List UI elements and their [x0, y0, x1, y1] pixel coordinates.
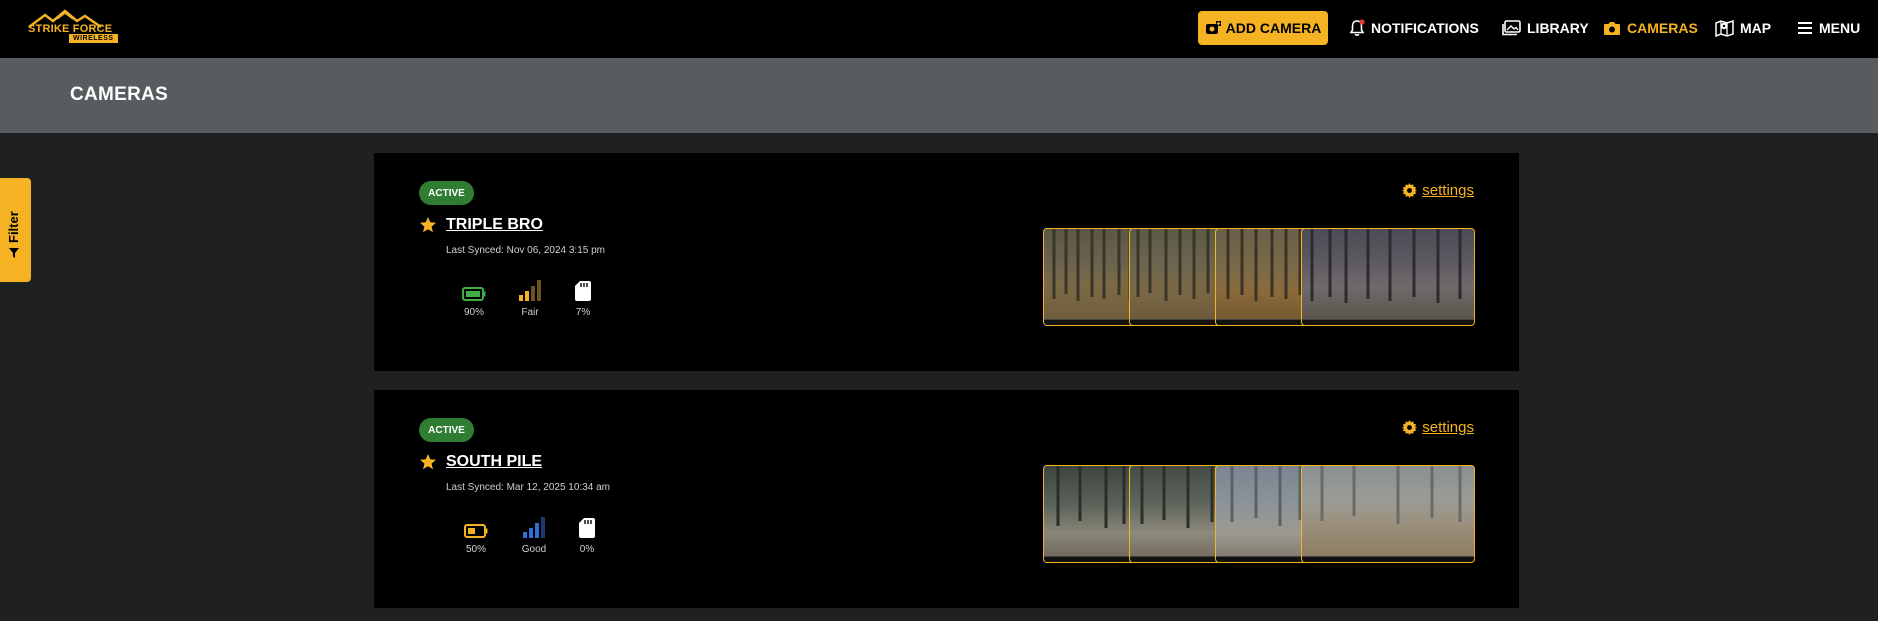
storage-value: 7%: [575, 307, 591, 318]
photo-thumbnail[interactable]: [1301, 228, 1475, 326]
star-icon[interactable]: [419, 216, 437, 234]
nav-menu[interactable]: MENU: [1797, 16, 1860, 40]
nav-cameras-label: CAMERAS: [1627, 20, 1698, 36]
camera-card: ACTIVE SOUTH PILE Last Synced: Mar 12, 2…: [374, 390, 1519, 608]
star-icon[interactable]: [419, 453, 437, 471]
signal-value: Good: [521, 544, 547, 555]
sd-card-icon: [579, 518, 595, 538]
nav-map-label: MAP: [1740, 20, 1772, 36]
settings-label: settings: [1422, 182, 1474, 199]
add-camera-button[interactable]: ADD CAMERA: [1198, 11, 1328, 45]
camera-name-link[interactable]: TRIPLE BRO: [446, 216, 543, 234]
nav-cameras[interactable]: CAMERAS: [1603, 16, 1698, 40]
photo-thumbnail[interactable]: [1215, 228, 1307, 326]
page-header: CAMERAS: [0, 58, 1878, 133]
nav-menu-label: MENU: [1819, 20, 1861, 36]
strike-force-logo[interactable]: STRIKE FORCE WIRELESS: [27, 9, 119, 47]
signal-good-icon: [523, 517, 545, 538]
sd-card-icon: [575, 281, 591, 301]
photo-thumbnail[interactable]: [1043, 465, 1135, 563]
bell-icon: [1349, 19, 1365, 36]
storage-stat: 7%: [563, 277, 603, 318]
nav-notifications[interactable]: NOTIFICATIONS: [1349, 16, 1479, 40]
filter-tab[interactable]: Filter: [0, 178, 31, 282]
battery-half-icon: [464, 524, 488, 538]
add-camera-label: ADD CAMERA: [1225, 20, 1322, 36]
add-camera-icon: [1205, 21, 1221, 34]
signal-fair-icon: [519, 280, 541, 301]
battery-value: 50%: [465, 544, 486, 555]
signal-stat: Good: [514, 514, 554, 555]
battery-full-icon: [462, 287, 486, 301]
signal-stat: Fair: [510, 277, 550, 318]
hamburger-icon: [1798, 22, 1812, 34]
storage-value: 0%: [579, 544, 595, 555]
camera-card: ACTIVE TRIPLE BRO Last Synced: Nov 06, 2…: [374, 153, 1519, 371]
nav-map[interactable]: MAP: [1715, 16, 1771, 40]
photo-thumbnail[interactable]: [1301, 465, 1475, 563]
nav-library-label: LIBRARY: [1527, 20, 1589, 36]
gallery-icon: [1502, 20, 1521, 36]
status-badge: ACTIVE: [419, 418, 474, 442]
top-navbar: STRIKE FORCE WIRELESS ADD CAMERA NOTIFIC…: [0, 0, 1878, 58]
signal-value: Fair: [521, 307, 539, 318]
map-icon: [1715, 19, 1734, 37]
funnel-icon: [8, 248, 19, 258]
battery-stat: 90%: [454, 277, 494, 318]
storage-stat: 0%: [567, 514, 607, 555]
settings-label: settings: [1422, 419, 1474, 436]
last-synced: Last Synced: Nov 06, 2024 3:15 pm: [446, 245, 605, 256]
battery-value: 90%: [463, 307, 484, 318]
battery-stat: 50%: [456, 514, 496, 555]
brand-subtitle: WIRELESS: [69, 34, 118, 43]
gear-icon: [1402, 420, 1418, 435]
camera-name-link[interactable]: SOUTH PILE: [446, 453, 542, 471]
camera-icon: [1604, 22, 1620, 35]
settings-link[interactable]: settings: [1402, 182, 1474, 199]
status-badge: ACTIVE: [419, 181, 474, 205]
nav-notifications-label: NOTIFICATIONS: [1371, 20, 1479, 36]
photo-thumbnail[interactable]: [1043, 228, 1135, 326]
photo-thumbnail[interactable]: [1129, 465, 1221, 563]
gear-icon: [1402, 183, 1418, 198]
last-synced: Last Synced: Mar 12, 2025 10:34 am: [446, 482, 610, 493]
photo-strip: [1043, 465, 1475, 563]
photo-thumbnail[interactable]: [1129, 228, 1221, 326]
photo-strip: [1043, 228, 1475, 326]
nav-library[interactable]: LIBRARY: [1502, 16, 1589, 40]
settings-link[interactable]: settings: [1402, 419, 1474, 436]
photo-thumbnail[interactable]: [1215, 465, 1307, 563]
page-title: CAMERAS: [70, 84, 169, 105]
filter-label: Filter: [6, 211, 21, 243]
